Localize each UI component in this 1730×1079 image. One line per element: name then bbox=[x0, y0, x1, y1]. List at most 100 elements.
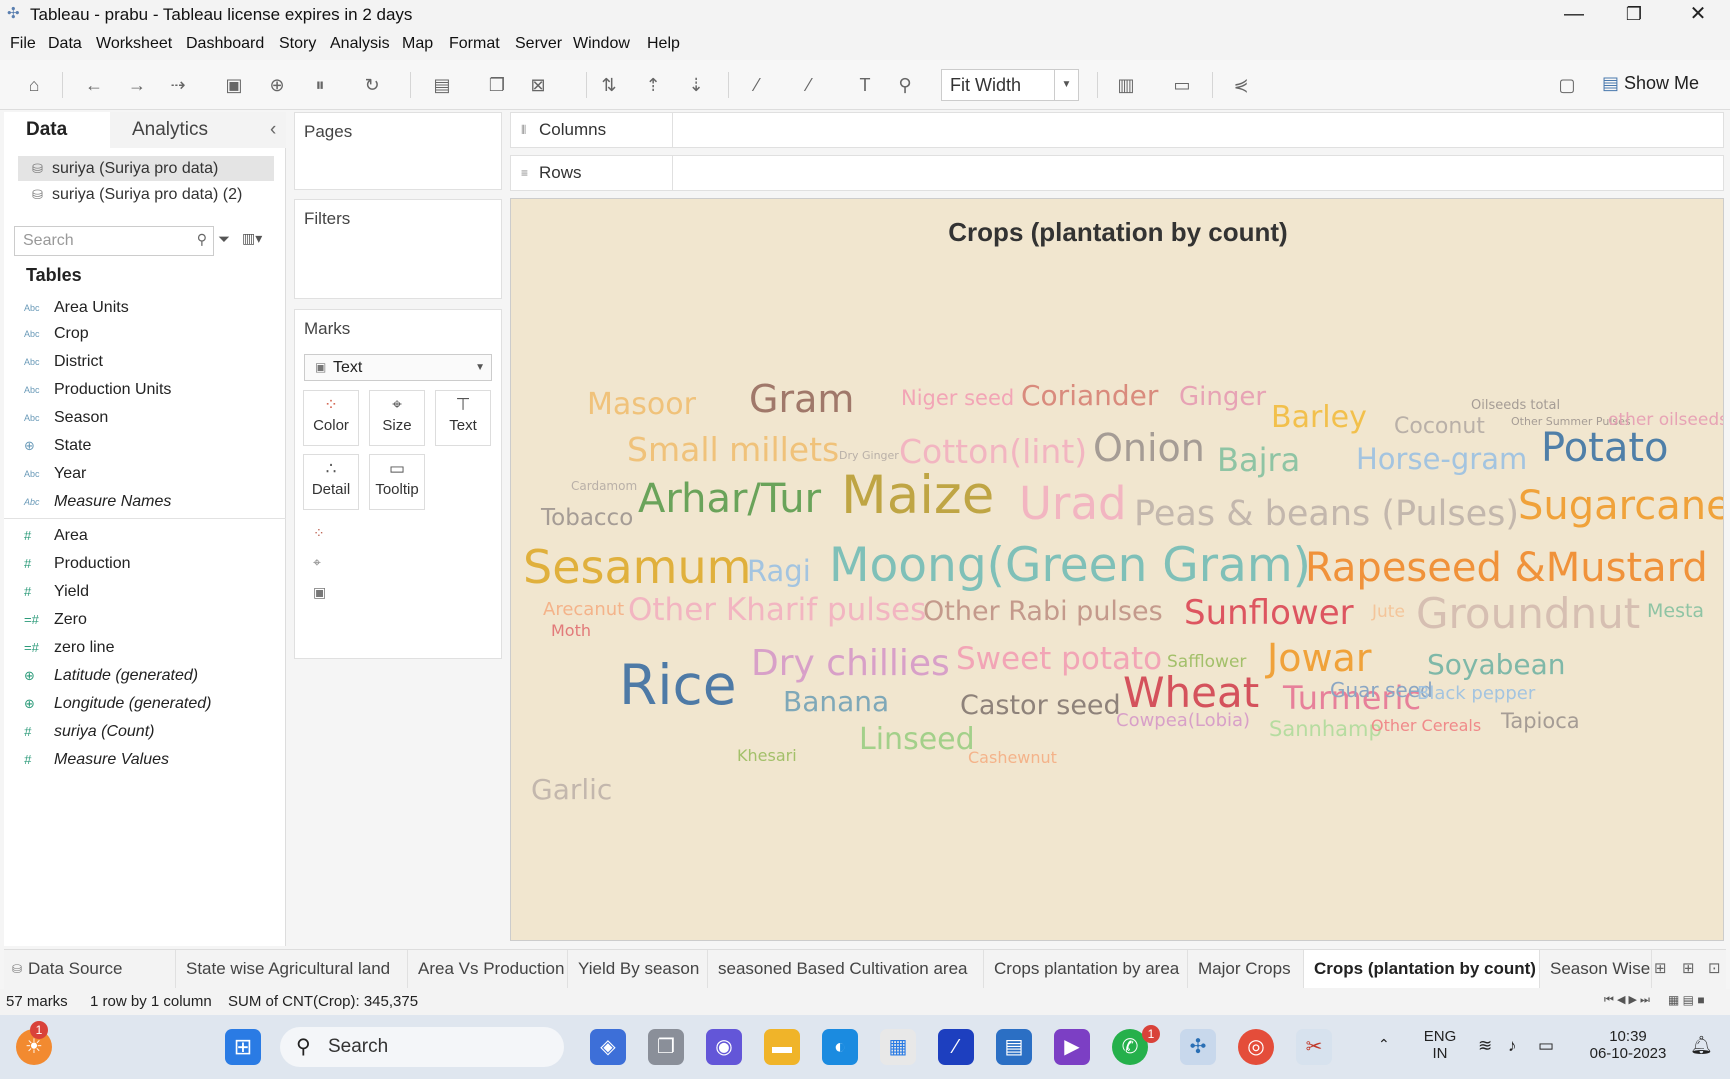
word-moong-green-gram[interactable]: Moong(Green Gram) bbox=[829, 538, 1311, 593]
pause-updates-icon[interactable]: ⏸ bbox=[307, 72, 333, 98]
filter-icon[interactable]: ⏷ bbox=[218, 231, 230, 248]
close-button[interactable]: ✕ bbox=[1670, 0, 1726, 30]
field-production[interactable]: # Production bbox=[24, 551, 131, 577]
word-jute[interactable]: Jute bbox=[1371, 602, 1405, 622]
app-icon[interactable]: ⁄ bbox=[938, 1029, 974, 1065]
word-sugarcane[interactable]: Sugarcane bbox=[1518, 483, 1724, 529]
field-suriya-count[interactable]: # suriya (Count) bbox=[24, 719, 154, 745]
battery-icon[interactable]: ▭ bbox=[1538, 1036, 1554, 1056]
word-gram[interactable]: Gram bbox=[749, 377, 854, 421]
menu-map[interactable]: Map bbox=[402, 35, 433, 53]
minimize-button[interactable]: — bbox=[1546, 0, 1602, 30]
start-icon[interactable]: ⊞ bbox=[225, 1029, 261, 1065]
word-garlic[interactable]: Garlic bbox=[531, 773, 612, 806]
word-peas-beans-pulses[interactable]: Peas & beans (Pulses) bbox=[1134, 494, 1519, 534]
chrome-icon[interactable]: ◎ bbox=[1238, 1029, 1274, 1065]
duplicate-sheet-icon[interactable]: ❐ bbox=[484, 72, 510, 98]
word-coriander[interactable]: Coriander bbox=[1021, 379, 1159, 412]
tab-crops-plantation-by-count[interactable]: Crops (plantation by count) bbox=[1304, 950, 1540, 988]
mark-type-dropdown[interactable]: ▣ Text ▼ bbox=[304, 354, 492, 381]
view-options-icon[interactable]: ▥▾ bbox=[242, 230, 262, 247]
language-indicator[interactable]: ENG IN bbox=[1420, 1028, 1460, 1062]
chevron-up-icon[interactable]: ⌃ bbox=[1378, 1036, 1390, 1053]
notification-bell-icon[interactable]: 🔔︎ bbox=[1690, 1035, 1713, 1056]
word-linseed[interactable]: Linseed bbox=[859, 722, 975, 757]
cnt-crop-size-pill[interactable]: CNT(Crop) bbox=[335, 553, 485, 578]
show-cards-icon[interactable]: ▥ bbox=[1113, 72, 1139, 98]
tab-season-wise[interactable]: Season Wise bbox=[1540, 950, 1652, 988]
word-oilseeds-total[interactable]: Oilseeds total bbox=[1471, 398, 1560, 413]
word-other-kharif-pulses[interactable]: Other Kharif pulses bbox=[628, 592, 926, 628]
word-small-millets[interactable]: Small millets bbox=[627, 430, 839, 469]
menu-window[interactable]: Window bbox=[573, 35, 630, 53]
field-district[interactable]: Abc District bbox=[24, 349, 103, 375]
swap-rows-columns-icon[interactable]: ⇅ bbox=[596, 72, 622, 98]
clear-sheet-icon[interactable]: ⊠ bbox=[525, 72, 551, 98]
refresh-icon[interactable]: ↻ bbox=[359, 72, 385, 98]
tooltip-button[interactable]: ▭ Tooltip bbox=[369, 454, 425, 510]
presentation-mode-icon[interactable]: ▭ bbox=[1169, 72, 1195, 98]
menu-dashboard[interactable]: Dashboard bbox=[186, 35, 264, 53]
data-source-item[interactable]: ⛁ suriya (Suriya pro data) (2) bbox=[18, 182, 274, 207]
new-dashboard-icon[interactable]: ⊞ bbox=[1682, 959, 1695, 977]
word-rapeseed-mustard[interactable]: Rapeseed &Mustard bbox=[1305, 545, 1708, 591]
word-arecanut[interactable]: Arecanut bbox=[543, 599, 624, 620]
word-groundnut[interactable]: Groundnut bbox=[1416, 589, 1640, 638]
clock[interactable]: 10:39 06-10-2023 bbox=[1576, 1028, 1680, 1062]
show-mark-labels-icon[interactable]: T bbox=[852, 72, 878, 98]
tab-analytics[interactable]: Analytics bbox=[110, 112, 286, 148]
viz-canvas[interactable]: Crops (plantation by count) Masoor Gram Ni… bbox=[510, 198, 1724, 941]
wifi-icon[interactable]: ≋ bbox=[1478, 1036, 1492, 1056]
tab-state-wise-agricultural-land[interactable]: State wise Agricultural land bbox=[176, 950, 408, 988]
word-tapioca[interactable]: Tapioca bbox=[1500, 709, 1580, 733]
word-ginger[interactable]: Ginger bbox=[1179, 382, 1266, 412]
field-season[interactable]: Abc Season bbox=[24, 405, 108, 431]
detail-button[interactable]: ∴ Detail bbox=[303, 454, 359, 510]
word-rice[interactable]: Rice bbox=[619, 653, 737, 717]
color-button[interactable]: ⁘ Color bbox=[303, 390, 359, 446]
field-measure-names[interactable]: Abc Measure Names bbox=[24, 489, 171, 515]
word-soyabean[interactable]: Soyabean bbox=[1427, 648, 1566, 681]
field-area-units[interactable]: Abc Area Units bbox=[24, 295, 129, 321]
word-arhar-tur[interactable]: Arhar/Tur bbox=[638, 476, 822, 522]
crop-color-pill[interactable]: Crop bbox=[335, 523, 485, 548]
sheet-nav-icons[interactable]: ⏮ ◀ ▶ ⏭ bbox=[1604, 993, 1650, 1007]
word-sesamum[interactable]: Sesamum bbox=[523, 540, 751, 594]
menu-worksheet[interactable]: Worksheet bbox=[96, 35, 172, 53]
home-icon[interactable]: ⌂ bbox=[21, 72, 47, 98]
show-me-button[interactable]: ▤ Show Me bbox=[1602, 73, 1699, 94]
word-dry-ginger[interactable]: Dry Ginger bbox=[839, 449, 899, 462]
notepad-icon[interactable]: ▤ bbox=[996, 1029, 1032, 1065]
tab-major-crops[interactable]: Major Crops bbox=[1188, 950, 1304, 988]
word-jowar[interactable]: Jowar bbox=[1265, 636, 1372, 680]
word-coconut[interactable]: Coconut bbox=[1394, 414, 1485, 439]
menu-file[interactable]: File bbox=[10, 35, 36, 53]
fix-axes-icon[interactable]: ⚲ bbox=[892, 72, 918, 98]
file-explorer-icon[interactable]: ▬ bbox=[764, 1029, 800, 1065]
sheet-view-icons[interactable]: ▦ ▤ ■ bbox=[1668, 993, 1705, 1007]
menu-data[interactable]: Data bbox=[48, 35, 82, 53]
word-cowpea-lobia[interactable]: Cowpea(Lobia) bbox=[1116, 710, 1250, 731]
word-tobacco[interactable]: Tobacco bbox=[540, 505, 633, 531]
size-button[interactable]: ⌖ Size bbox=[369, 390, 425, 446]
field-year[interactable]: Abc Year bbox=[24, 461, 86, 487]
columns-shelf[interactable]: ⦀ Columns bbox=[510, 112, 1724, 148]
word-sannhamp[interactable]: Sannhamp bbox=[1269, 717, 1382, 741]
menu-server[interactable]: Server bbox=[515, 35, 562, 53]
new-worksheet-icon[interactable]: ▤ bbox=[429, 72, 455, 98]
field-state[interactable]: ⊕ State bbox=[24, 433, 91, 459]
sort-ascending-icon[interactable]: ⇡ bbox=[640, 72, 666, 98]
word-maize[interactable]: Maize bbox=[841, 465, 994, 526]
word-mesta[interactable]: Mesta bbox=[1647, 600, 1704, 622]
field-area[interactable]: # Area bbox=[24, 523, 88, 549]
tab-data[interactable]: Data bbox=[4, 112, 110, 148]
field-zero[interactable]: =# Zero bbox=[24, 607, 87, 633]
word-banana[interactable]: Banana bbox=[783, 685, 889, 718]
undo-icon[interactable]: ← bbox=[81, 72, 107, 98]
word-barley[interactable]: Barley bbox=[1271, 400, 1367, 435]
field-yield[interactable]: # Yield bbox=[24, 579, 89, 605]
field-latitude[interactable]: ⊕ Latitude (generated) bbox=[24, 663, 198, 689]
word-dry-chillies[interactable]: Dry chillies bbox=[751, 643, 950, 684]
new-worksheet-icon[interactable]: ⊞ bbox=[1654, 959, 1667, 977]
teams-icon[interactable]: ◉ bbox=[706, 1029, 742, 1065]
